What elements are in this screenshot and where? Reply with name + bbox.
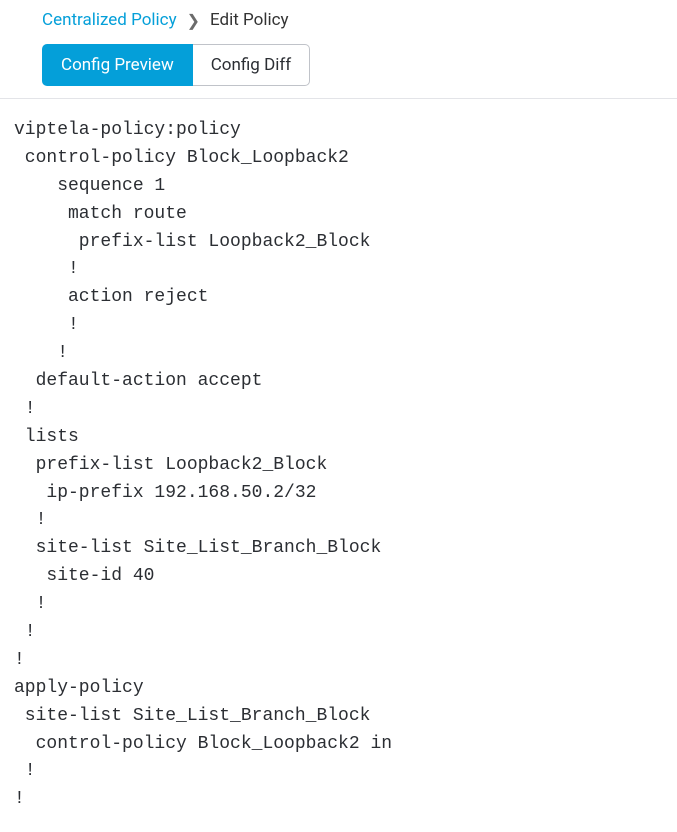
tabs: Config Preview Config Diff xyxy=(0,44,677,86)
header-area: Centralized Policy ❯ Edit Policy Config … xyxy=(0,0,677,86)
config-preview-content: viptela-policy:policy control-policy Blo… xyxy=(0,99,677,832)
breadcrumb-link-centralized-policy[interactable]: Centralized Policy xyxy=(42,10,177,30)
chevron-right-icon: ❯ xyxy=(187,11,200,30)
breadcrumb: Centralized Policy ❯ Edit Policy xyxy=(0,10,677,30)
breadcrumb-current: Edit Policy xyxy=(210,10,289,30)
tab-config-diff[interactable]: Config Diff xyxy=(193,44,310,86)
tab-config-preview[interactable]: Config Preview xyxy=(42,44,193,86)
